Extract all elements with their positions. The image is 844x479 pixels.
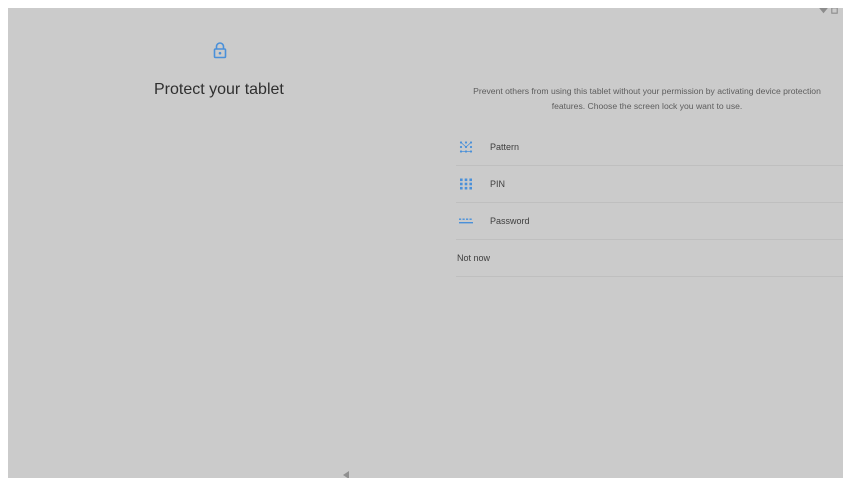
wifi-icon	[819, 8, 828, 15]
option-password[interactable]: Password	[456, 203, 843, 240]
screen-lock-options: Pattern PIN Password Not now	[456, 129, 843, 277]
setup-screen: Protect your tablet Prevent others from …	[8, 8, 843, 478]
lock-icon	[212, 41, 228, 59]
description-text: Prevent others from using this tablet wi…	[473, 86, 821, 111]
pin-icon	[458, 177, 474, 191]
option-pin[interactable]: PIN	[456, 166, 843, 203]
not-now-label: Not now	[457, 253, 491, 263]
page-title: Protect your tablet	[154, 81, 284, 98]
status-bar	[819, 8, 839, 15]
password-icon	[458, 214, 474, 228]
option-pattern[interactable]: Pattern	[456, 129, 843, 166]
pattern-icon	[458, 140, 474, 154]
option-pin-label: PIN	[490, 179, 506, 189]
battery-icon	[830, 8, 839, 15]
option-pattern-label: Pattern	[490, 142, 520, 152]
back-icon[interactable]	[341, 467, 351, 478]
not-now-button[interactable]: Not now	[456, 240, 843, 277]
option-password-label: Password	[490, 216, 530, 226]
